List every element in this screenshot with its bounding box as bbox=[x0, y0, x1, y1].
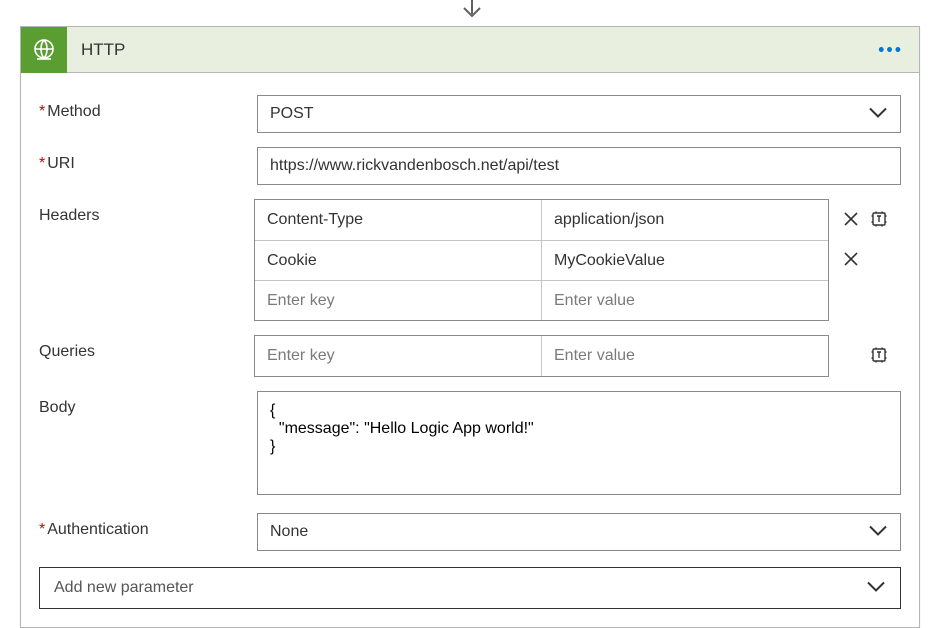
body-label: Body bbox=[39, 391, 257, 417]
headers-label: Headers bbox=[39, 199, 254, 225]
body-textarea[interactable] bbox=[257, 391, 901, 495]
authentication-value: None bbox=[258, 523, 308, 541]
header-value-input[interactable] bbox=[542, 281, 828, 320]
delete-row-button[interactable] bbox=[837, 245, 865, 273]
headers-actions bbox=[829, 199, 901, 319]
switch-to-text-mode-button[interactable] bbox=[865, 205, 893, 233]
add-parameter-row: Add new parameter bbox=[39, 567, 901, 609]
uri-label: *URI bbox=[39, 147, 257, 173]
switch-to-text-mode-button[interactable] bbox=[865, 341, 893, 369]
query-value-input[interactable] bbox=[542, 336, 828, 376]
table-row bbox=[255, 240, 828, 280]
table-row bbox=[255, 336, 828, 376]
headers-row: Headers bbox=[39, 199, 901, 321]
header-key-input[interactable] bbox=[255, 281, 541, 320]
queries-actions bbox=[829, 335, 901, 375]
method-label: *Method bbox=[39, 95, 257, 121]
http-card-header: HTTP ••• bbox=[21, 27, 919, 73]
queries-row: Queries bbox=[39, 335, 901, 377]
add-parameter-select[interactable]: Add new parameter bbox=[39, 567, 901, 609]
more-options-button[interactable]: ••• bbox=[878, 39, 903, 60]
chevron-down-icon bbox=[866, 580, 886, 597]
http-action-card: HTTP ••• *Method POST bbox=[20, 26, 920, 628]
table-row bbox=[255, 200, 828, 240]
method-select[interactable]: POST bbox=[257, 95, 901, 133]
authentication-label: *Authentication bbox=[39, 513, 257, 539]
chevron-down-icon bbox=[868, 106, 888, 123]
add-parameter-label: Add new parameter bbox=[40, 579, 194, 597]
table-row bbox=[255, 280, 828, 320]
delete-row-button[interactable] bbox=[837, 205, 865, 233]
chevron-down-icon bbox=[868, 524, 888, 541]
query-key-input[interactable] bbox=[255, 336, 541, 376]
queries-label: Queries bbox=[39, 335, 254, 361]
http-card-title: HTTP bbox=[81, 40, 125, 60]
uri-input[interactable] bbox=[258, 148, 900, 184]
uri-input-wrapper bbox=[257, 147, 901, 185]
headers-grid bbox=[254, 199, 829, 321]
flow-connector-arrow bbox=[0, 0, 943, 26]
header-value-input[interactable] bbox=[542, 241, 828, 280]
authentication-select[interactable]: None bbox=[257, 513, 901, 551]
uri-row: *URI bbox=[39, 147, 901, 185]
authentication-row: *Authentication None bbox=[39, 513, 901, 551]
header-key-input[interactable] bbox=[255, 241, 541, 280]
http-card-body: *Method POST *URI bbox=[21, 73, 919, 627]
http-globe-icon bbox=[21, 27, 67, 73]
header-key-input[interactable] bbox=[255, 200, 541, 240]
queries-grid bbox=[254, 335, 829, 377]
body-row: Body bbox=[39, 391, 901, 499]
header-value-input[interactable] bbox=[542, 200, 828, 240]
method-row: *Method POST bbox=[39, 95, 901, 133]
method-value: POST bbox=[258, 105, 314, 123]
